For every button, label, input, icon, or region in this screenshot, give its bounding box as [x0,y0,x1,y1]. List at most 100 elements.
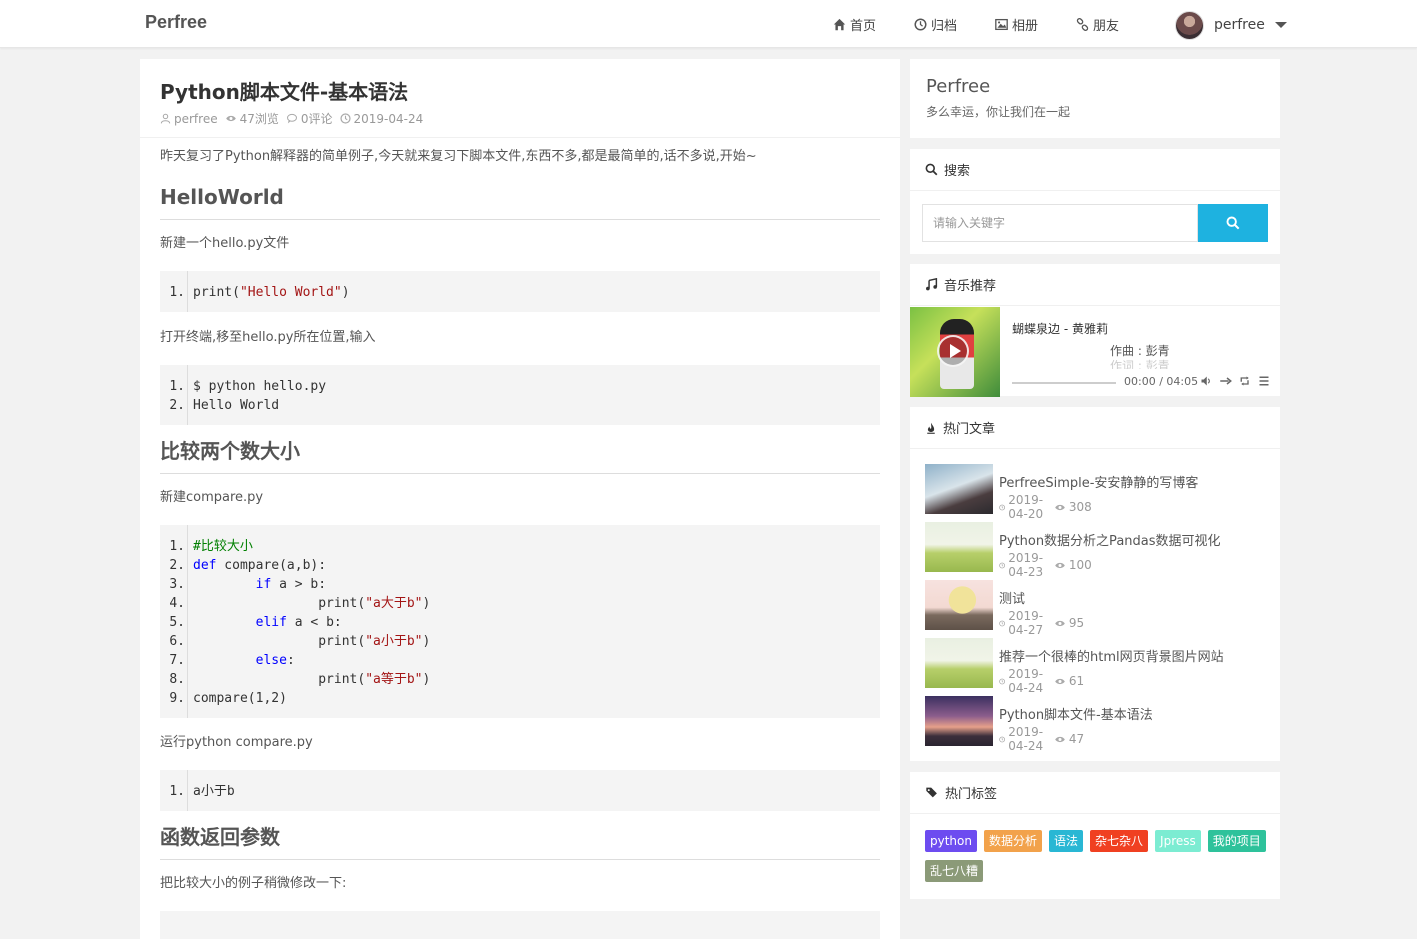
tag-my-projects[interactable]: 我的项目 [1207,830,1266,852]
nav-archive-label: 归档 [931,18,958,34]
clock-icon [999,678,1006,684]
user-menu[interactable]: perfree [1175,10,1287,40]
music-heading: 音乐推荐 [944,279,997,294]
progress-bar[interactable] [1012,382,1116,384]
code-block-hello: 1. print("Hello World") [160,271,880,312]
order-icon[interactable] [1219,375,1232,387]
nav-album[interactable]: 相册 [995,0,1038,48]
nav-home[interactable]: 首页 [833,0,876,48]
hot-heading: 热门文章 [943,422,996,437]
tag-python[interactable]: python [925,830,977,852]
code-line: 7. else: [169,653,295,668]
code-line: 1. print("Hello World") [169,285,350,300]
tag-misc[interactable]: 杂七杂八 [1090,830,1149,852]
music-card: 音乐推荐 蝴蝶泉边 - 黄雅莉 作曲 : 彭青 作词 : 彭青 00:00 / … [910,264,1280,397]
hot-title[interactable]: 推荐一个很棒的html网页背景图片网站 [999,646,1224,665]
home-icon [833,18,846,30]
clock-icon [339,113,351,124]
article-title: Python脚本文件-基本语法 [160,80,409,104]
article-intro: 昨天复习了Python解释器的简单例子,今天就来复习下脚本文件,东西不多,都是最… [160,149,757,164]
hot-meta: 2019-04-24 61 [999,667,1084,695]
code-line: 4. print("a大于b") [169,596,431,611]
tag-random[interactable]: 乱七八糟 [925,860,984,882]
hot-title[interactable]: 测试 [999,588,1025,607]
eye-icon [1055,678,1065,684]
heading-helloworld: HelloWorld [160,184,880,220]
meta-views: 47浏览 [225,110,279,127]
image-icon [995,18,1008,30]
clock-icon [999,562,1006,568]
code-line: 9. compare(1,2) [169,691,287,706]
top-navbar: Perfree 首页 归档 相册 朋友 perfree [0,0,1417,48]
eye-icon [1055,620,1065,626]
thumbnail[interactable] [925,580,993,630]
site-brand[interactable]: Perfree [145,12,207,33]
article-meta: perfree 47浏览 0评论 2019-04-24 [160,110,423,127]
paragraph: 运行python compare.py [160,735,313,750]
user-icon [160,113,171,124]
code-line: 1. a小于b [169,784,235,799]
search-icon [925,163,938,176]
code-block-compare: 1. #比较大小 2. def compare(a,b): 3. if a > b:… [160,525,880,718]
tags-heading: 热门标签 [945,787,998,802]
code-line: 6. print("a小于b") [169,634,431,649]
blog-title: Perfree [926,76,991,97]
hot-title[interactable]: Python数据分析之Pandas数据可视化 [999,530,1221,549]
hot-meta: 2019-04-23 100 [999,551,1092,579]
nav-home-label: 首页 [850,18,877,34]
thumbnail[interactable] [925,464,993,514]
eye-icon [1055,504,1065,510]
user-name[interactable]: perfree [1214,17,1265,33]
music-header: 音乐推荐 [910,264,1280,306]
meta-author: perfree [160,112,218,126]
code-line: 1. $ python hello.py [169,379,327,394]
code-line: 1. #比较大小 [169,539,253,554]
paragraph: 新建一个hello.py文件 [160,236,290,251]
code-line: 5. elif a < b: [169,615,342,630]
nav-friends[interactable]: 朋友 [1076,0,1119,48]
paragraph: 把比较大小的例子稍微修改一下: [160,876,347,891]
player-controls [1200,375,1270,387]
nav-album-label: 相册 [1012,18,1039,34]
tags-card: 热门标签 python 数据分析 语法 杂七杂八 Jpress 我的项目 乱七八… [910,772,1280,899]
thumbnail[interactable] [925,522,993,572]
play-time: 00:00 / 04:05 [1124,375,1199,388]
tag-list: python 数据分析 语法 杂七杂八 Jpress 我的项目 乱七八糟 [925,830,1270,882]
fire-icon [927,422,935,434]
search-heading: 搜索 [944,164,971,179]
eye-icon [1055,736,1065,742]
tag-syntax[interactable]: 语法 [1049,830,1084,852]
song-title: 蝴蝶泉边 - 黄雅莉 [1012,322,1108,336]
avatar[interactable] [1175,10,1204,40]
link-icon [1076,17,1089,31]
loop-icon[interactable] [1239,375,1251,387]
clock-icon [914,17,927,31]
hot-title[interactable]: Python脚本文件-基本语法 [999,704,1153,723]
heading-return: 函数返回参数 [160,824,880,860]
volume-icon[interactable] [1200,375,1212,387]
tag-data-analysis[interactable]: 数据分析 [983,830,1042,852]
lyric-line-faded: 作词 : 彭青 [1110,359,1170,369]
nav-archive[interactable]: 归档 [914,0,957,48]
thumbnail[interactable] [925,638,993,688]
eye-icon [225,115,236,122]
hot-title[interactable]: PerfreeSimple-安安静静的写博客 [999,472,1198,491]
tag-jpress[interactable]: Jpress [1155,830,1201,852]
play-icon[interactable] [937,335,969,367]
album-cover[interactable] [910,307,1000,397]
code-line: 8. print("a等于b") [169,672,431,687]
search-input[interactable]: 请输入关键字 [922,204,1198,242]
tags-header: 热门标签 [910,772,1280,814]
meta-date: 2019-04-24 [339,111,424,126]
hot-header: 热门文章 [910,407,1280,449]
code-block-partial [160,911,880,939]
main-nav: 首页 归档 相册 朋友 [833,0,1157,48]
meta-date-text: 2019-04-24 [353,111,424,126]
caret-down-icon[interactable] [1274,22,1287,28]
paragraph: 打开终端,移至hello.py所在位置,输入 [160,330,376,345]
search-button[interactable] [1198,204,1268,242]
blog-info-card: Perfree 多么幸运，你让我们在一起 [910,59,1280,138]
playlist-icon[interactable] [1258,375,1270,387]
thumbnail[interactable] [925,696,993,746]
music-icon [926,278,938,291]
